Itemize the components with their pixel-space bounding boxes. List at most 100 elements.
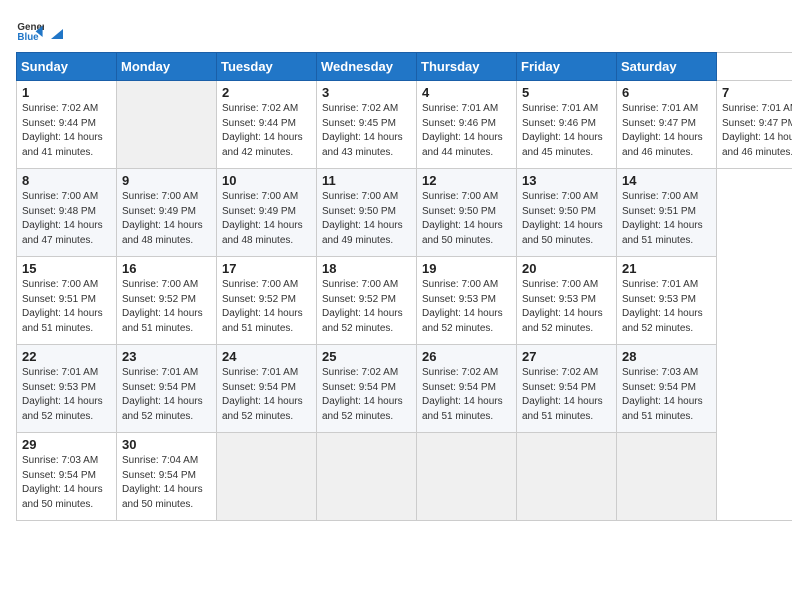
day-number: 30 (122, 437, 211, 452)
day-number: 17 (222, 261, 311, 276)
calendar-cell: 5 Sunrise: 7:01 AMSunset: 9:46 PMDaylight… (517, 81, 617, 169)
calendar-cell (217, 433, 317, 521)
svg-text:Blue: Blue (17, 32, 39, 43)
page-header: General Blue (16, 16, 776, 44)
calendar-body: 1 Sunrise: 7:02 AMSunset: 9:44 PMDaylight… (17, 81, 792, 521)
calendar-cell: 24Sunrise: 7:01 AMSunset: 9:54 PMDayligh… (217, 345, 317, 433)
day-info: Sunrise: 7:03 AMSunset: 9:54 PMDaylight:… (622, 366, 711, 424)
day-number: 10 (222, 173, 311, 188)
calendar-cell: 8 Sunrise: 7:00 AMSunset: 9:48 PMDaylight… (17, 169, 117, 257)
day-info: Sunrise: 7:01 AMSunset: 9:47 PMDaylight:… (722, 102, 792, 160)
day-info: Sunrise: 7:00 AMSunset: 9:50 PMDaylight:… (322, 190, 411, 248)
calendar-cell: 9Sunrise: 7:00 AMSunset: 9:49 PMDaylight… (117, 169, 217, 257)
day-number: 13 (522, 173, 611, 188)
calendar-cell: 7 Sunrise: 7:01 AMSunset: 9:47 PMDaylight… (717, 81, 792, 169)
calendar-cell (617, 433, 717, 521)
logo: General Blue (16, 16, 66, 44)
day-info: Sunrise: 7:01 AMSunset: 9:46 PMDaylight:… (522, 102, 611, 160)
calendar-cell: 28 Sunrise: 7:03 AMSunset: 9:54 PMDayligh… (617, 345, 717, 433)
calendar-cell: 15Sunrise: 7:00 AMSunset: 9:51 PMDayligh… (17, 257, 117, 345)
calendar-cell: 14 Sunrise: 7:00 AMSunset: 9:51 PMDayligh… (617, 169, 717, 257)
column-header-monday: Monday (117, 53, 217, 81)
column-header-thursday: Thursday (417, 53, 517, 81)
calendar-cell: 12 Sunrise: 7:00 AMSunset: 9:50 PMDayligh… (417, 169, 517, 257)
calendar-cell (117, 81, 217, 169)
calendar-cell: 21Sunrise: 7:01 AMSunset: 9:53 PMDayligh… (617, 257, 717, 345)
day-info: Sunrise: 7:01 AMSunset: 9:47 PMDaylight:… (622, 102, 711, 160)
day-info: Sunrise: 7:01 AMSunset: 9:54 PMDaylight:… (222, 366, 311, 424)
day-info: Sunrise: 7:00 AMSunset: 9:51 PMDaylight:… (22, 278, 111, 336)
calendar-cell: 4 Sunrise: 7:01 AMSunset: 9:46 PMDaylight… (417, 81, 517, 169)
day-number: 4 (422, 85, 511, 100)
day-info: Sunrise: 7:00 AMSunset: 9:48 PMDaylight:… (22, 190, 111, 248)
column-header-sunday: Sunday (17, 53, 117, 81)
column-header-tuesday: Tuesday (217, 53, 317, 81)
day-number: 3 (322, 85, 411, 100)
calendar-cell: 22 Sunrise: 7:01 AMSunset: 9:53 PMDayligh… (17, 345, 117, 433)
day-number: 11 (322, 173, 411, 188)
day-number: 26 (422, 349, 511, 364)
day-info: Sunrise: 7:00 AMSunset: 9:52 PMDaylight:… (222, 278, 311, 336)
calendar-cell (417, 433, 517, 521)
day-number: 9 (122, 173, 211, 188)
day-number: 7 (722, 85, 792, 100)
day-info: Sunrise: 7:02 AMSunset: 9:44 PMDaylight:… (222, 102, 311, 160)
calendar-week-row: 8 Sunrise: 7:00 AMSunset: 9:48 PMDaylight… (17, 169, 792, 257)
day-info: Sunrise: 7:00 AMSunset: 9:52 PMDaylight:… (122, 278, 211, 336)
calendar-week-row: 29Sunrise: 7:03 AMSunset: 9:54 PMDayligh… (17, 433, 792, 521)
day-number: 12 (422, 173, 511, 188)
column-header-wednesday: Wednesday (317, 53, 417, 81)
day-info: Sunrise: 7:00 AMSunset: 9:53 PMDaylight:… (522, 278, 611, 336)
logo-icon: General Blue (16, 16, 44, 44)
calendar-cell: 30 Sunrise: 7:04 AMSunset: 9:54 PMDayligh… (117, 433, 217, 521)
day-number: 6 (622, 85, 711, 100)
calendar-cell: 26 Sunrise: 7:02 AMSunset: 9:54 PMDayligh… (417, 345, 517, 433)
day-info: Sunrise: 7:02 AMSunset: 9:45 PMDaylight:… (322, 102, 411, 160)
calendar-cell: 1 Sunrise: 7:02 AMSunset: 9:44 PMDaylight… (17, 81, 117, 169)
day-info: Sunrise: 7:01 AMSunset: 9:46 PMDaylight:… (422, 102, 511, 160)
calendar-cell: 3 Sunrise: 7:02 AMSunset: 9:45 PMDaylight… (317, 81, 417, 169)
day-info: Sunrise: 7:00 AMSunset: 9:50 PMDaylight:… (422, 190, 511, 248)
calendar-cell: 10 Sunrise: 7:00 AMSunset: 9:49 PMDayligh… (217, 169, 317, 257)
day-number: 19 (422, 261, 511, 276)
column-header-friday: Friday (517, 53, 617, 81)
calendar-week-row: 22 Sunrise: 7:01 AMSunset: 9:53 PMDayligh… (17, 345, 792, 433)
day-number: 14 (622, 173, 711, 188)
day-number: 28 (622, 349, 711, 364)
day-info: Sunrise: 7:00 AMSunset: 9:52 PMDaylight:… (322, 278, 411, 336)
calendar-cell: 18 Sunrise: 7:00 AMSunset: 9:52 PMDayligh… (317, 257, 417, 345)
day-info: Sunrise: 7:00 AMSunset: 9:49 PMDaylight:… (222, 190, 311, 248)
day-number: 23 (122, 349, 211, 364)
calendar-cell: 6 Sunrise: 7:01 AMSunset: 9:47 PMDaylight… (617, 81, 717, 169)
day-number: 25 (322, 349, 411, 364)
day-info: Sunrise: 7:01 AMSunset: 9:53 PMDaylight:… (22, 366, 111, 424)
calendar-cell: 20 Sunrise: 7:00 AMSunset: 9:53 PMDayligh… (517, 257, 617, 345)
day-info: Sunrise: 7:02 AMSunset: 9:54 PMDaylight:… (522, 366, 611, 424)
day-number: 21 (622, 261, 711, 276)
day-info: Sunrise: 7:04 AMSunset: 9:54 PMDaylight:… (122, 454, 211, 512)
calendar-cell: 25Sunrise: 7:02 AMSunset: 9:54 PMDayligh… (317, 345, 417, 433)
day-number: 27 (522, 349, 611, 364)
calendar-cell (517, 433, 617, 521)
calendar-cell: 2Sunrise: 7:02 AMSunset: 9:44 PMDaylight… (217, 81, 317, 169)
calendar-header-row: SundayMondayTuesdayWednesdayThursdayFrid… (17, 53, 792, 81)
day-info: Sunrise: 7:00 AMSunset: 9:50 PMDaylight:… (522, 190, 611, 248)
day-number: 1 (22, 85, 111, 100)
calendar-cell: 27 Sunrise: 7:02 AMSunset: 9:54 PMDayligh… (517, 345, 617, 433)
day-number: 22 (22, 349, 111, 364)
calendar-cell: 13 Sunrise: 7:00 AMSunset: 9:50 PMDayligh… (517, 169, 617, 257)
calendar-cell: 29Sunrise: 7:03 AMSunset: 9:54 PMDayligh… (17, 433, 117, 521)
day-number: 18 (322, 261, 411, 276)
day-info: Sunrise: 7:02 AMSunset: 9:44 PMDaylight:… (22, 102, 111, 160)
calendar-table: SundayMondayTuesdayWednesdayThursdayFrid… (16, 52, 792, 521)
calendar-cell: 17 Sunrise: 7:00 AMSunset: 9:52 PMDayligh… (217, 257, 317, 345)
logo-triangle (49, 25, 65, 41)
day-info: Sunrise: 7:02 AMSunset: 9:54 PMDaylight:… (422, 366, 511, 424)
calendar-cell: 19Sunrise: 7:00 AMSunset: 9:53 PMDayligh… (417, 257, 517, 345)
day-number: 8 (22, 173, 111, 188)
day-number: 20 (522, 261, 611, 276)
day-info: Sunrise: 7:00 AMSunset: 9:51 PMDaylight:… (622, 190, 711, 248)
calendar-cell (317, 433, 417, 521)
calendar-cell: 16Sunrise: 7:00 AMSunset: 9:52 PMDayligh… (117, 257, 217, 345)
day-number: 5 (522, 85, 611, 100)
